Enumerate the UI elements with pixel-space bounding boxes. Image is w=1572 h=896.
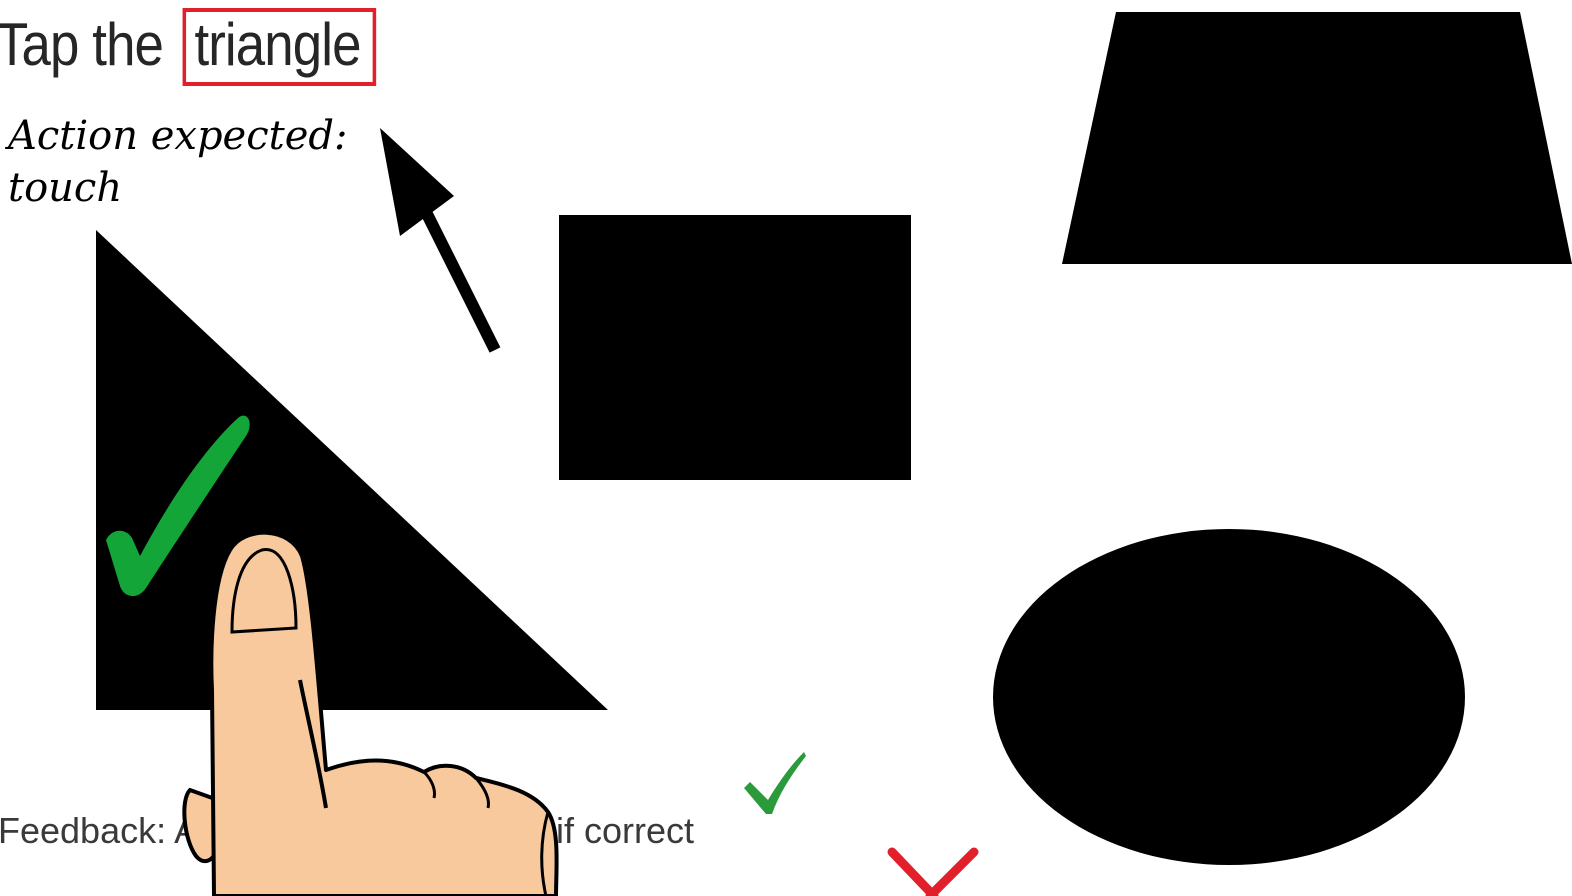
x-mark-icon bbox=[887, 847, 979, 896]
trapezoid-shape[interactable] bbox=[1062, 12, 1572, 264]
small-checkmark-icon bbox=[744, 752, 806, 814]
triangle-shape[interactable] bbox=[96, 230, 608, 710]
arrow-up-left-icon bbox=[380, 128, 501, 353]
shapes-canvas bbox=[96, 12, 1572, 896]
rectangle-shape[interactable] bbox=[559, 215, 911, 480]
ellipse-shape[interactable] bbox=[993, 529, 1465, 865]
feedback-text-start: Feedback: A bbox=[0, 810, 199, 851]
feedback-text-end: if correct bbox=[556, 810, 695, 851]
